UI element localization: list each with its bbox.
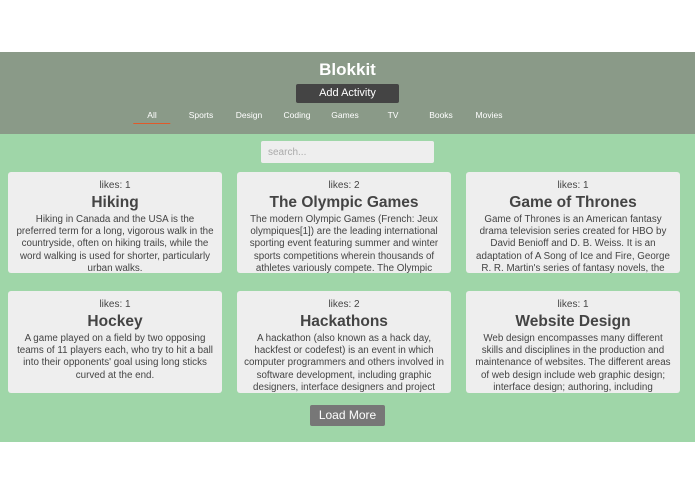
card-title: Game of Thrones xyxy=(509,194,637,211)
card-title: The Olympic Games xyxy=(269,194,419,211)
app-background: Blokkit Add Activity All Sports Design C… xyxy=(0,52,695,442)
tab-design[interactable]: Design xyxy=(236,110,262,124)
card-title: Hackathons xyxy=(300,313,388,330)
tab-movies[interactable]: Movies xyxy=(476,110,503,124)
card-description: A game played on a field by two opposing… xyxy=(17,333,213,381)
card-description: The modern Olympic Games (French: Jeux o… xyxy=(249,214,439,273)
activity-card-olympic-games[interactable]: likes: 2 The Olympic Games The modern Ol… xyxy=(237,172,451,273)
tab-sports[interactable]: Sports xyxy=(189,110,214,124)
likes-count: likes: 2 xyxy=(328,180,360,191)
tab-all[interactable]: All xyxy=(132,110,172,124)
tab-coding[interactable]: Coding xyxy=(284,110,311,124)
card-title: Hiking xyxy=(91,194,139,211)
category-tabs: All Sports Design Coding Games TV Books … xyxy=(0,110,695,126)
activity-card-hockey[interactable]: likes: 1 Hockey A game played on a field… xyxy=(8,291,222,393)
likes-count: likes: 1 xyxy=(557,299,589,310)
tab-tv[interactable]: TV xyxy=(388,110,399,124)
add-activity-button[interactable]: Add Activity xyxy=(296,84,399,103)
likes-count: likes: 1 xyxy=(99,299,131,310)
tab-books[interactable]: Books xyxy=(429,110,453,124)
search-input[interactable] xyxy=(261,141,434,163)
likes-count: likes: 1 xyxy=(99,180,131,191)
likes-count: likes: 2 xyxy=(328,299,360,310)
card-description: Game of Thrones is an American fantasy d… xyxy=(476,214,670,273)
load-more-button[interactable]: Load More xyxy=(310,405,385,426)
card-description: Web design encompasses many different sk… xyxy=(475,333,671,393)
header-bar: Blokkit Add Activity All Sports Design C… xyxy=(0,52,695,134)
card-description: A hackathon (also known as a hack day, h… xyxy=(244,333,444,393)
brand-title: Blokkit xyxy=(319,60,376,79)
card-title: Website Design xyxy=(515,313,631,330)
tab-games[interactable]: Games xyxy=(331,110,358,124)
card-title: Hockey xyxy=(87,313,143,330)
card-description: Hiking in Canada and the USA is the pref… xyxy=(16,214,214,273)
likes-count: likes: 1 xyxy=(557,180,589,191)
activity-card-game-of-thrones[interactable]: likes: 1 Game of Thrones Game of Thrones… xyxy=(466,172,680,273)
activity-card-hackathons[interactable]: likes: 2 Hackathons A hackathon (also kn… xyxy=(237,291,451,393)
activity-card-hiking[interactable]: likes: 1 Hiking Hiking in Canada and the… xyxy=(8,172,222,273)
activity-card-website-design[interactable]: likes: 1 Website Design Web design encom… xyxy=(466,291,680,393)
